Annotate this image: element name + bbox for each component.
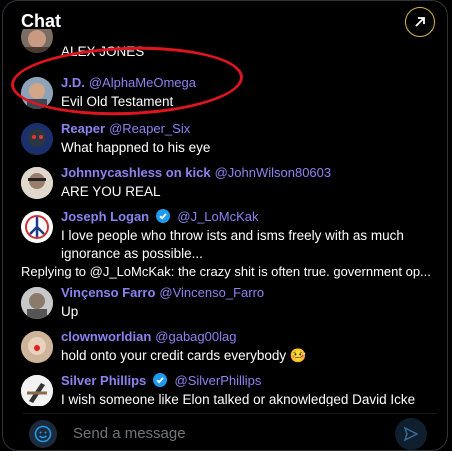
- verified-badge-icon: [155, 209, 170, 223]
- chat-message: J.D. @AlphaMeOmega Evil Old Testament: [21, 75, 437, 115]
- message-text: hold onto your credit cards everybody 🤒: [61, 348, 307, 363]
- author-name[interactable]: Johnnycashless on kick: [61, 165, 211, 180]
- arrow-up-right-icon: [415, 17, 425, 27]
- message-input[interactable]: [71, 424, 387, 443]
- avatar[interactable]: [21, 123, 53, 155]
- avatar[interactable]: [21, 287, 53, 319]
- avatar[interactable]: [21, 331, 53, 363]
- author-handle[interactable]: @gabag00lag: [155, 329, 236, 344]
- message-text: What happned to his eye: [61, 140, 211, 155]
- author-handle[interactable]: @J_LoMcKak: [177, 209, 258, 224]
- chat-panel: Chat ALEX JONES J.D. @AlphaMeOmega Evil …: [2, 0, 448, 451]
- send-button[interactable]: [395, 418, 427, 450]
- author-name[interactable]: Joseph Logan: [61, 209, 149, 224]
- author-name[interactable]: clownworldian: [61, 329, 151, 344]
- author-name[interactable]: Reaper: [61, 121, 105, 136]
- chat-message: ALEX JONES: [21, 29, 437, 63]
- message-text: I love people who throw ists and isms fr…: [61, 228, 404, 261]
- author-handle[interactable]: @Reaper_Six: [109, 121, 190, 136]
- chat-message: clownworldian @gabag00lag hold onto your …: [21, 329, 437, 369]
- author-name[interactable]: J.D.: [61, 75, 85, 90]
- avatar[interactable]: [21, 167, 53, 199]
- author-name[interactable]: Silver Phillips: [61, 373, 146, 388]
- emoji-button[interactable]: [29, 420, 57, 448]
- chat-message: Joseph Logan @J_LoMcKak I love people wh…: [21, 209, 437, 261]
- message-text: Up: [61, 304, 79, 319]
- author-handle[interactable]: @SilverPhillips: [175, 373, 262, 388]
- message-text: I wish someone like Elon talked or aknow…: [61, 392, 416, 406]
- avatar[interactable]: [21, 375, 53, 406]
- message-list[interactable]: ALEX JONES J.D. @AlphaMeOmega Evil Old Te…: [3, 29, 447, 406]
- reply-banner[interactable]: Replying to @J_LoMcKak: the crazy shit i…: [21, 264, 431, 279]
- chat-message: Silver Phillips @SilverPhillips I wish s…: [21, 373, 437, 406]
- author-name[interactable]: Vinçenso Farro: [61, 285, 155, 300]
- chat-message: Vinçenso Farro @Vincenso_Farro Up: [21, 285, 437, 325]
- author-handle[interactable]: @AlphaMeOmega: [89, 75, 196, 90]
- avatar[interactable]: [21, 77, 53, 109]
- verified-badge-icon: [152, 373, 167, 387]
- chat-message: Reaper @Reaper_Six What happned to his ey…: [21, 121, 437, 161]
- message-composer: [23, 413, 437, 450]
- chat-message: Johnnycashless on kick @JohnWilson80603 A…: [21, 165, 437, 205]
- avatar[interactable]: [21, 211, 53, 243]
- author-handle[interactable]: @JohnWilson80603: [215, 165, 332, 180]
- avatar[interactable]: [21, 29, 53, 53]
- author-handle[interactable]: @Vincenso_Farro: [159, 285, 264, 300]
- message-text: ALEX JONES: [61, 44, 145, 59]
- message-text: Evil Old Testament: [61, 94, 174, 109]
- smiley-icon: [34, 425, 52, 443]
- message-text: ARE YOU REAL: [61, 184, 161, 199]
- send-icon: [403, 426, 419, 442]
